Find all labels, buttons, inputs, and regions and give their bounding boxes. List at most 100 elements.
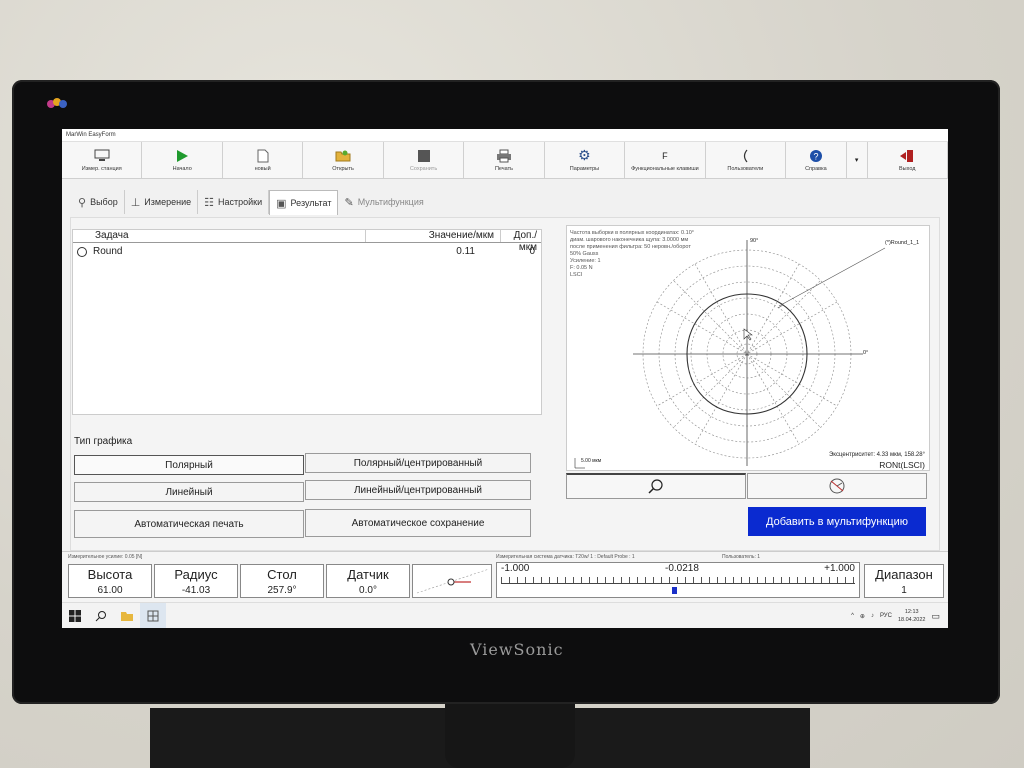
gauge-current: -0.0218: [665, 563, 699, 574]
probe-indicator: [412, 564, 492, 598]
auto-print-button[interactable]: Автоматическая печать: [74, 510, 304, 538]
toolbar-label: Открыть: [332, 165, 354, 172]
tab-select[interactable]: ⚲ Выбор: [72, 190, 125, 214]
tray-expand-icon[interactable]: ^: [851, 613, 854, 619]
toolbar-open-button[interactable]: Открыть: [303, 142, 384, 178]
file-explorer-icon[interactable]: [114, 603, 140, 628]
users-icon: [737, 149, 753, 163]
system-tray: ^ ⊕ ♪ РУС 12:13 18.04.2022 ▭: [851, 603, 940, 628]
polar-grid: [574, 240, 886, 469]
clock-time: 12:13: [904, 609, 919, 615]
polar-centered-button[interactable]: Полярный/центрированный: [305, 453, 531, 473]
table-row[interactable]: Round 0.11 0: [73, 243, 541, 261]
select-icon: ⚲: [78, 196, 87, 209]
save-icon: [416, 149, 432, 163]
row-task: Round: [93, 246, 123, 257]
windows-start-icon[interactable]: [62, 603, 88, 628]
polar-plot: Частота выборки в полярных координатах: …: [566, 225, 930, 471]
linear-button[interactable]: Линейный: [74, 482, 304, 502]
view-mode-button[interactable]: [747, 473, 927, 499]
toolbar-dropdown-button[interactable]: ▾: [847, 142, 868, 178]
graph-type-title: Тип графика: [74, 436, 133, 447]
network-icon[interactable]: ⊕: [860, 613, 865, 620]
multifunction-icon: ✎: [344, 196, 354, 209]
tab-result[interactable]: ▣ Результат: [269, 190, 339, 215]
range-label: Диапазон: [875, 567, 933, 582]
toolbar-label: Измер. станция: [81, 165, 122, 172]
settings-icon: ☷: [204, 196, 214, 209]
range-value: 1: [901, 585, 907, 596]
toolbar-label: Функциональные клавиши: [631, 165, 699, 172]
height-label: Высота: [87, 567, 133, 582]
auto-save-button[interactable]: Автоматическое сохранение: [305, 509, 531, 537]
exit-icon: [899, 149, 915, 163]
marwin-app-icon[interactable]: [140, 603, 166, 628]
height-readout: Высота 61.00: [68, 564, 152, 598]
notifications-icon[interactable]: ▭: [931, 611, 940, 622]
tab-settings[interactable]: ☷ Настройки: [198, 190, 270, 214]
toolbar-exit-button[interactable]: Выход: [868, 142, 948, 178]
windows-taskbar: ^ ⊕ ♪ РУС 12:13 18.04.2022 ▭: [62, 602, 948, 628]
toolbar-users-button[interactable]: Пользователи: [706, 142, 787, 178]
toolbar-save-button[interactable]: Сохранить: [384, 142, 465, 178]
sensor-label: Датчик: [347, 567, 389, 582]
probe-icon: [416, 568, 490, 594]
main-toolbar: Измер. станция Начало новый Открыть Сохр…: [62, 142, 948, 179]
result-icon: ▣: [276, 197, 287, 210]
toolbar-print-button[interactable]: Печать: [464, 142, 545, 178]
angle-0-label: 0°: [863, 350, 869, 356]
user-info: Пользователь: 1: [722, 554, 761, 560]
gauge-marker: [672, 587, 678, 594]
toolbar-label: Выход: [899, 165, 916, 172]
gauge-max: +1.000: [824, 563, 855, 574]
toolbar-label: Печать: [494, 165, 513, 172]
tab-measurement[interactable]: ⊥ Измерение: [125, 190, 199, 214]
gauge-scale: [501, 577, 855, 584]
toolbar-measuring-station-button[interactable]: Измер. станция: [62, 142, 143, 178]
angle-90-label: 90°: [750, 238, 759, 244]
column-value: Значение/мкм: [365, 230, 500, 242]
tab-label: Результат: [290, 198, 332, 208]
toolbar-help-button[interactable]: ? Справка: [786, 142, 847, 178]
toolbar-label: новый: [254, 165, 271, 172]
range-readout: Диапазон 1: [864, 564, 944, 598]
polar-view-icon: [829, 478, 845, 494]
sensor-readout: Датчик 0.0°: [326, 564, 410, 598]
tab-label: Измерение: [144, 197, 192, 207]
height-value: 61.00: [97, 585, 123, 596]
radius-label: Радиус: [174, 567, 218, 582]
tab-multifunction[interactable]: ✎ Мультифункция: [338, 190, 429, 214]
magnifier-icon: [648, 478, 663, 494]
force-info: Измерительное усилие: 0.05 [N]: [68, 554, 143, 560]
column-tolerance: Доп./мкм: [500, 230, 541, 253]
table-value: 257.9°: [267, 585, 297, 596]
polar-button[interactable]: Полярный: [74, 455, 304, 475]
row-value: 0.11: [456, 246, 475, 257]
toolbar-label: Сохранить: [409, 165, 438, 172]
toolbar-new-button[interactable]: новый: [223, 142, 304, 178]
radius-value: -41.03: [181, 585, 211, 596]
table-readout: Стол 257.9°: [240, 564, 324, 598]
tab-bar: ⚲ Выбор ⊥ Измерение ☷ Настройки ▣ Результат …: [72, 190, 430, 216]
radius-readout: Радиус -41.03: [154, 564, 238, 598]
method-label: RONt(LSCI): [879, 460, 925, 470]
volume-icon[interactable]: ♪: [871, 613, 874, 619]
zoom-button[interactable]: [566, 473, 746, 499]
toolbar-start-button[interactable]: Начало: [142, 142, 223, 178]
monitor-brand: ViewSonic: [470, 640, 564, 659]
gear-icon: ⚙: [578, 147, 591, 163]
window-title: MarWin EasyForm: [62, 129, 948, 142]
language-indicator[interactable]: РУС: [880, 613, 892, 619]
toolbar-label: Пользователи: [727, 165, 764, 172]
clock-date: 18.04.2022: [897, 617, 926, 623]
toolbar-parameters-button[interactable]: ⚙ Параметры: [545, 142, 626, 178]
clock[interactable]: 12:13 18.04.2022: [898, 608, 926, 624]
toolbar-label: Начало: [172, 165, 192, 172]
search-icon[interactable]: [88, 603, 114, 628]
system-info: Измерительная система датчика: T20w/ 1 :…: [496, 554, 635, 560]
toolbar-function-keys-button[interactable]: F Функциональные клавиши: [625, 142, 706, 178]
toolbar-label: Справка: [805, 165, 827, 172]
linear-centered-button[interactable]: Линейный/центрированный: [305, 480, 531, 500]
add-to-multifunction-button[interactable]: Добавить в мультифункцию: [748, 507, 926, 536]
sensor-value: 0.0°: [359, 585, 377, 596]
